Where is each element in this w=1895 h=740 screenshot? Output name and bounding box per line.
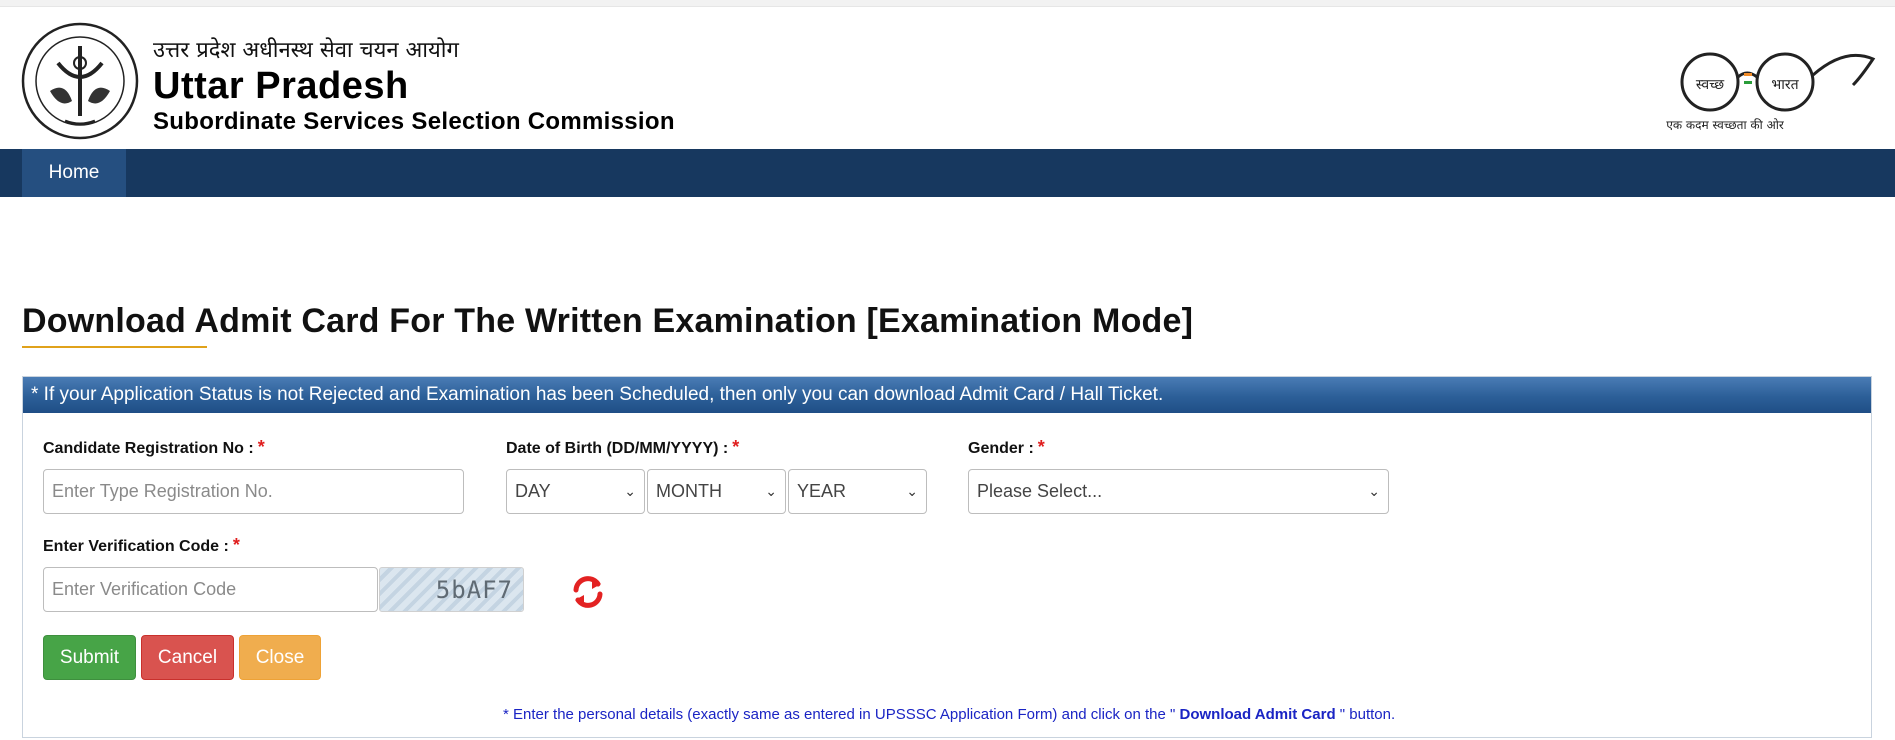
gender-label: Gender : *	[968, 437, 1045, 458]
page-title: Download Admit Card For The Written Exam…	[22, 302, 1194, 340]
close-button[interactable]: Close	[239, 635, 321, 680]
instruction-note: * Enter the personal details (exactly sa…	[503, 706, 1395, 723]
required-mark: *	[257, 437, 265, 457]
header-subtitle: Subordinate Services Selection Commissio…	[153, 108, 675, 135]
swachh-bharat-glasses-icon: स्वच्छ भारत एक कदम स्वच्छता की ओर	[1666, 52, 1876, 132]
note-link-text: Download Admit Card	[1175, 706, 1340, 723]
nav-item-home[interactable]: Home	[22, 149, 126, 197]
dob-label: Date of Birth (DD/MM/YYYY) : *	[506, 437, 739, 458]
main-navbar: Home	[0, 149, 1895, 197]
dob-month-select[interactable]: MONTH ⌄	[647, 469, 786, 514]
required-mark: *	[1037, 437, 1045, 457]
required-mark: *	[732, 437, 740, 457]
top-strip	[0, 0, 1895, 7]
chevron-down-icon: ⌄	[906, 483, 918, 499]
required-mark: *	[232, 535, 240, 555]
up-state-emblem-icon	[21, 22, 139, 140]
cancel-button[interactable]: Cancel	[141, 635, 234, 680]
gender-selected-value: Please Select...	[977, 481, 1103, 501]
chevron-down-icon: ⌄	[765, 483, 777, 499]
swachh-left-text: स्वच्छ	[1696, 77, 1725, 93]
chevron-down-icon: ⌄	[624, 483, 636, 499]
gender-select[interactable]: Please Select... ⌄	[968, 469, 1389, 514]
header-hindi-title: उत्तर प्रदेश अधीनस्थ सेवा चयन आयोग	[153, 38, 459, 63]
gender-label-text: Gender :	[968, 440, 1034, 457]
swachh-tagline: एक कदम स्वच्छता की ओर	[1666, 118, 1785, 132]
swachh-right-text: भारत	[1771, 77, 1799, 93]
note-suffix: " button.	[1339, 706, 1396, 723]
verification-label: Enter Verification Code : *	[43, 535, 240, 556]
registration-label-text: Candidate Registration No :	[43, 440, 254, 457]
site-header: उत्तर प्रदेश अधीनस्थ सेवा चयन आयोग Uttar…	[0, 7, 1895, 149]
note-prefix: * Enter the personal details (exactly sa…	[503, 706, 1176, 723]
submit-button[interactable]: Submit	[43, 635, 136, 680]
dob-year-value: YEAR	[797, 481, 847, 501]
dob-label-text: Date of Birth (DD/MM/YYYY) :	[506, 440, 729, 457]
title-underline	[22, 346, 207, 348]
dob-month-value: MONTH	[656, 481, 722, 501]
dob-day-select[interactable]: DAY ⌄	[506, 469, 645, 514]
registration-label: Candidate Registration No : *	[43, 437, 265, 458]
refresh-captcha-icon[interactable]	[568, 572, 608, 612]
captcha-image: 5bAF7	[379, 567, 524, 612]
dob-day-value: DAY	[515, 481, 551, 501]
verification-code-input[interactable]	[43, 567, 378, 612]
dob-year-select[interactable]: YEAR ⌄	[788, 469, 927, 514]
admit-card-form-panel: * If your Application Status is not Reje…	[22, 376, 1872, 738]
captcha-text: 5bAF7	[435, 575, 513, 604]
verification-label-text: Enter Verification Code :	[43, 538, 229, 555]
panel-notice: * If your Application Status is not Reje…	[23, 377, 1871, 413]
header-title: Uttar Pradesh	[153, 65, 409, 107]
registration-input[interactable]	[43, 469, 464, 514]
chevron-down-icon: ⌄	[1368, 483, 1380, 499]
